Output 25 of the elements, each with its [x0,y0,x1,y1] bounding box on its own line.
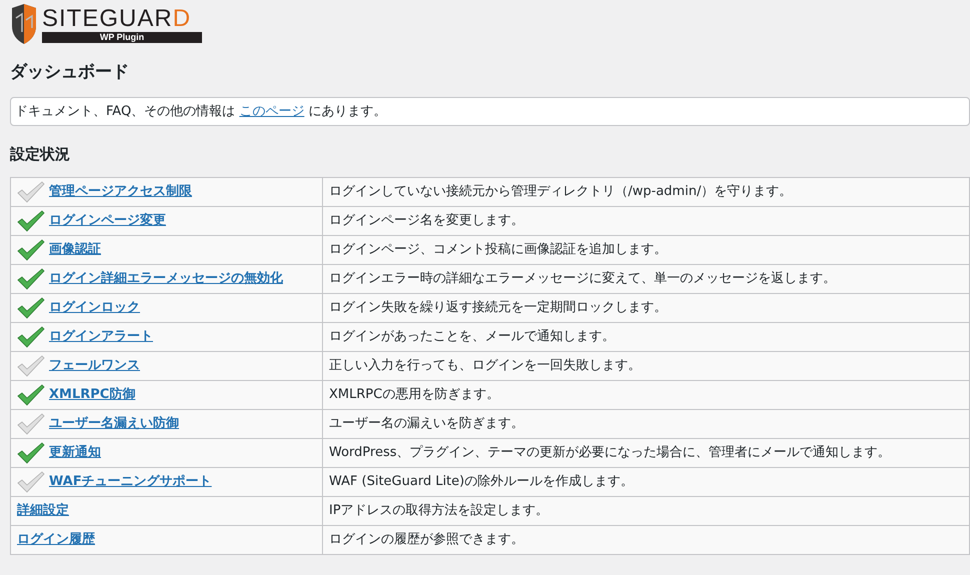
description-text: ログインページ、コメント投稿に画像認証を追加します。 [329,242,667,258]
description-text: WAF (SiteGuard Lite)の除外ルールを作成します。 [329,474,634,490]
description-text: IPアドレスの取得方法を設定します。 [329,503,549,518]
description-text: ログインの履歴が参照できます。 [329,532,524,548]
description-text: ログインしていない接続元から管理ディレクトリ（/wp-admin/）を守ります。 [329,184,792,200]
logo-title: SITEGUARD [42,6,192,32]
shield-logo-icon [10,4,38,44]
description-text: ログイン失敗を繰り返す接続元を一定期間ロックします。 [329,300,667,316]
notice-text: ドキュメント、FAQ、その他の情報は このページ にあります。 [15,102,386,121]
feature-link[interactable]: ログイン履歴 [17,530,95,550]
feature-link[interactable]: XMLRPC防御 [49,385,136,405]
description-text: ログインエラー時の詳細なエラーメッセージに変えて、単一のメッセージを返します。 [329,271,836,286]
section-title: 設定状況 [10,144,71,164]
feature-link[interactable]: 詳細設定 [17,501,69,521]
description-text: ログインがあったことを、メールで通知します。 [329,329,615,344]
description-text: WordPress、プラグイン、テーマの更新が必要になった場合に、管理者にメールで通知します。 [329,445,891,460]
page-title: ダッシュボード [10,61,130,83]
feature-link[interactable]: 画像認証 [49,240,101,260]
logo-subtitle: WP Plugin [42,32,202,42]
page-link[interactable]: このページ [239,104,304,119]
description-text: XMLRPCの悪用を防ぎます。 [329,387,500,402]
description-text: ログインページ名を変更します。 [329,213,524,228]
feature-link[interactable]: 更新通知 [49,443,101,463]
description-text: 正しい入力を行っても、ログインを一回失敗します。 [329,358,641,374]
description-text: ユーザー名の漏えいを防ぎます。 [329,416,524,432]
